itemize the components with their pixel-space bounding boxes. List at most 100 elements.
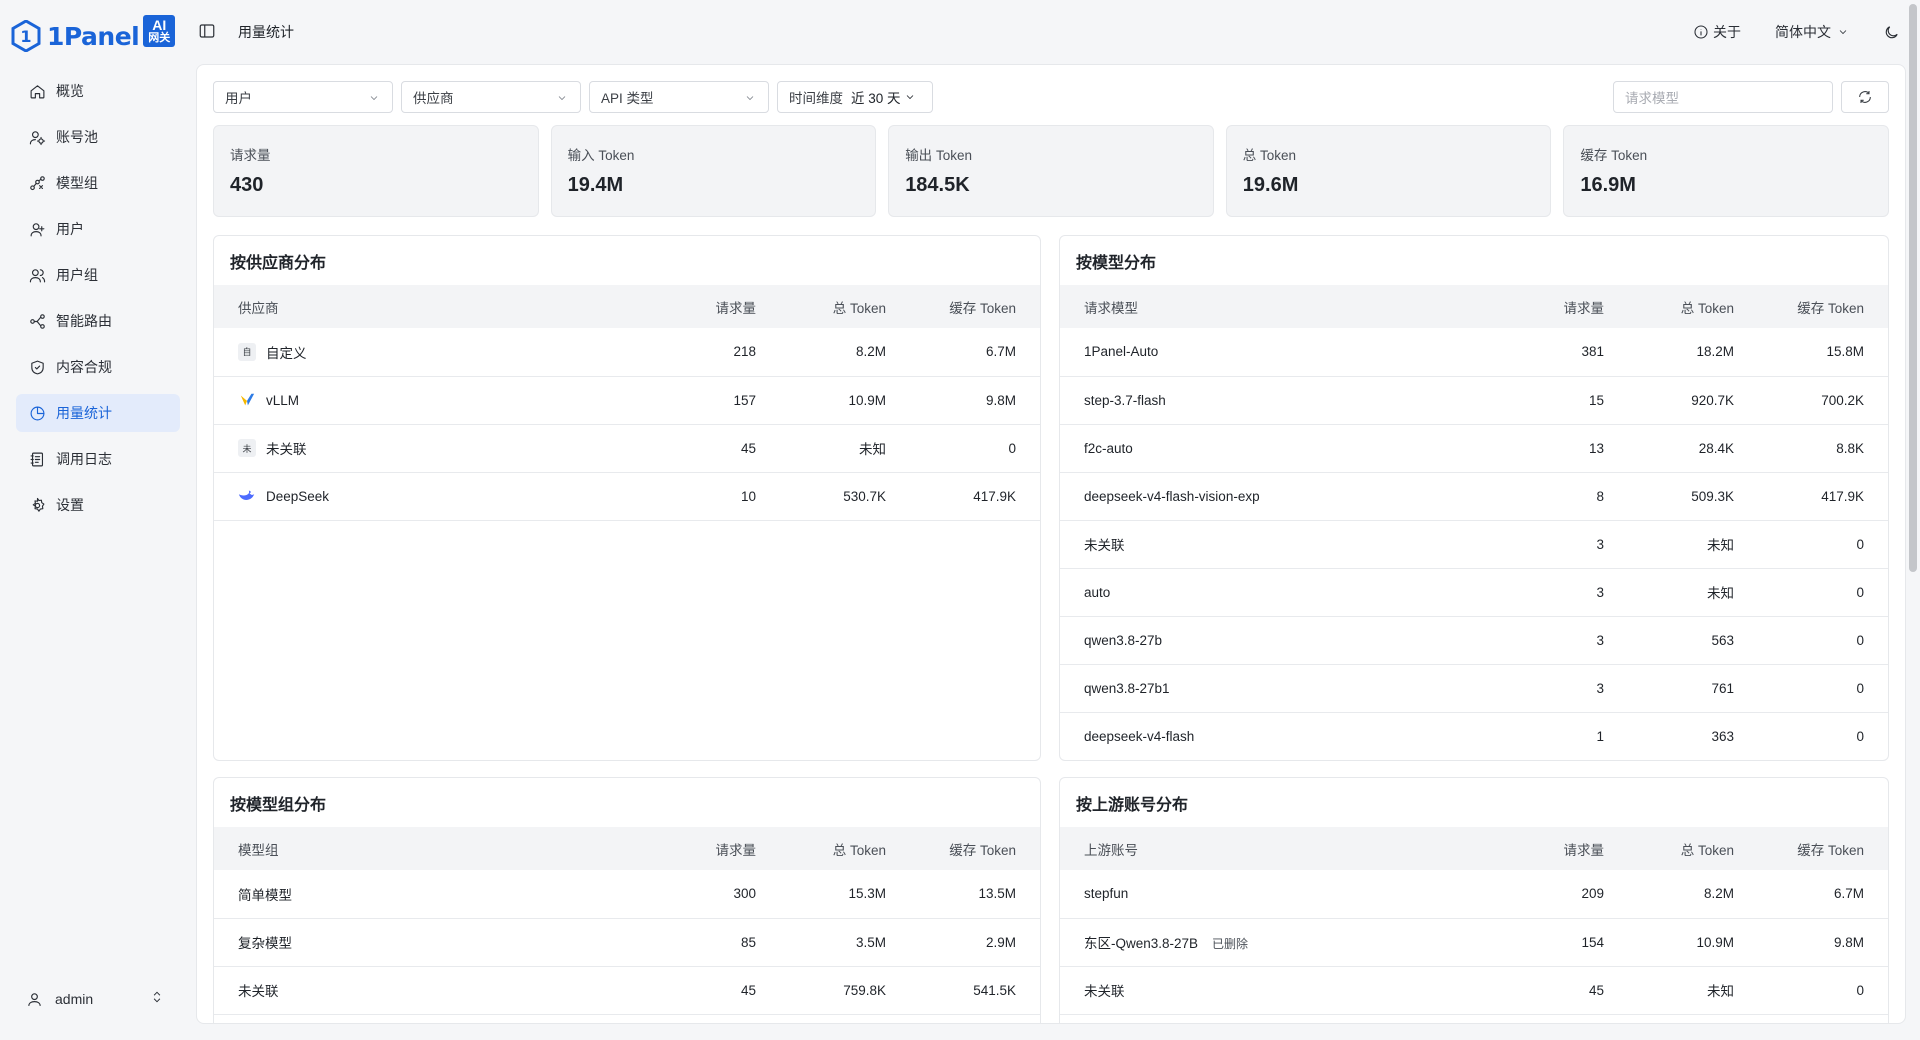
column-header[interactable]: 上游账号 bbox=[1060, 827, 1498, 870]
table-row[interactable]: stepfun 209 8.2M 6.7M bbox=[1060, 870, 1888, 918]
requests-cell: 3 bbox=[1596, 536, 1604, 552]
card-title: 按模型组分布 bbox=[230, 796, 327, 814]
user-name: admin bbox=[55, 991, 94, 1007]
column-header[interactable]: 缓存 Token bbox=[910, 827, 1040, 870]
model-name-cell: 1Panel-Auto bbox=[1084, 344, 1159, 360]
provider-name: DeepSeek bbox=[266, 488, 330, 504]
column-header[interactable]: 缓存 Token bbox=[910, 285, 1040, 328]
total-token-cell: 18.2M bbox=[1696, 344, 1734, 360]
column-header[interactable]: 请求量 bbox=[1498, 285, 1628, 328]
column-header[interactable]: 请求模型 bbox=[1060, 285, 1498, 328]
brand-badge-line2: 网关 bbox=[148, 31, 171, 44]
sidebar-item-settings[interactable]: 设置 bbox=[16, 486, 180, 524]
sidebar-item-user-groups[interactable]: 用户组 bbox=[16, 256, 180, 294]
column-header[interactable]: 总 Token bbox=[1628, 827, 1758, 870]
table-row[interactable]: auto 3 未知 0 bbox=[1060, 568, 1888, 616]
column-header[interactable]: 缓存 Token bbox=[1758, 827, 1888, 870]
table-row[interactable]: qwen3.8-27b 3 563 0 bbox=[1060, 616, 1888, 664]
table-row[interactable]: deepseek-v4-flash-vision-exp 8 509.3K 41… bbox=[1060, 472, 1888, 520]
table-row[interactable]: qwen3.8-27b1 3 761 0 bbox=[1060, 664, 1888, 712]
sidebar-nav: 概览 账号池 模型组 用户 用户组 智能路由 内容合规 用量统计 调用日志 设置 bbox=[16, 72, 180, 532]
top-bar: 用量统计 关于 简体中文 bbox=[196, 0, 1910, 64]
table-row[interactable]: 未关联 45 未知 0 bbox=[1060, 966, 1888, 1014]
model-name-cell: 未关联 bbox=[1084, 538, 1125, 553]
table-row[interactable]: deepseek-v4-flash 1 363 0 bbox=[1060, 712, 1888, 760]
stat-cache-token: 缓存 Token 16.9M bbox=[1563, 125, 1889, 217]
provider-name: vLLM bbox=[266, 392, 300, 408]
deepseek-icon bbox=[238, 487, 256, 505]
about-label: 关于 bbox=[1713, 24, 1741, 40]
requests-cell: 218 bbox=[733, 344, 756, 360]
provider-filter-select[interactable]: 供应商 bbox=[401, 81, 581, 113]
table-row[interactable]: 未关联 3 未知 0 bbox=[1060, 520, 1888, 568]
table-header-row: 请求模型 请求量 总 Token 缓存 Token bbox=[1060, 285, 1888, 328]
table-row[interactable]: 简单模型 300 15.3M 13.5M bbox=[214, 870, 1040, 918]
api-type-filter-select[interactable]: API 类型 bbox=[589, 81, 769, 113]
theme-toggle-button[interactable] bbox=[1883, 24, 1900, 41]
table-row[interactable]: vLLM 157 10.9M 9.8M bbox=[214, 376, 1040, 424]
column-header[interactable]: 总 Token bbox=[780, 827, 910, 870]
column-header[interactable]: 请求量 bbox=[650, 827, 780, 870]
upstream-name: 未关联 bbox=[1084, 984, 1125, 999]
sidebar-item-compliance[interactable]: 内容合规 bbox=[16, 348, 180, 386]
column-header[interactable]: 模型组 bbox=[214, 827, 650, 870]
table-row[interactable]: 东区-Qwen3.8-27B 已删除 154 10.9M 9.8M bbox=[1060, 918, 1888, 966]
total-token-cell: 530.7K bbox=[843, 488, 886, 504]
sidebar-item-smart-routing[interactable]: 智能路由 bbox=[16, 302, 180, 340]
home-icon bbox=[28, 82, 46, 100]
cache-token-cell: 2.9M bbox=[985, 934, 1016, 950]
sidebar-item-users[interactable]: 用户 bbox=[16, 210, 180, 248]
upstream-name-cell: 未关联 bbox=[1060, 966, 1498, 1014]
refresh-button[interactable] bbox=[1841, 81, 1889, 113]
cache-token-cell: 8.8K bbox=[1836, 440, 1864, 456]
user-filter-select[interactable]: 用户 bbox=[213, 81, 393, 113]
column-header[interactable]: 请求量 bbox=[1498, 827, 1628, 870]
column-header[interactable]: 缓存 Token bbox=[1758, 285, 1888, 328]
pie-chart-icon bbox=[28, 404, 46, 422]
user-icon bbox=[28, 220, 46, 238]
requests-cell: 3 bbox=[1596, 584, 1604, 600]
summary-stats: 请求量 430 输入 Token 19.4M 输出 Token 184.5K 总… bbox=[213, 125, 1889, 217]
sidebar-toggle-button[interactable] bbox=[198, 22, 218, 42]
table-row[interactable]: 1Panel-Auto 381 18.2M 15.8M bbox=[1060, 328, 1888, 376]
sidebar-item-overview[interactable]: 概览 bbox=[16, 72, 180, 110]
user-filter-label: 用户 bbox=[225, 91, 252, 106]
table-row[interactable]: f2c-auto 13 28.4K 8.8K bbox=[1060, 424, 1888, 472]
sidebar-item-call-logs[interactable]: 调用日志 bbox=[16, 440, 180, 478]
user-menu[interactable]: admin bbox=[16, 980, 180, 1018]
sidebar-item-usage-stats[interactable]: 用量统计 bbox=[16, 394, 180, 432]
stat-label: 缓存 Token bbox=[1580, 148, 1648, 163]
upstream-account-table: 上游账号 请求量 总 Token 缓存 Token stepfun 209 8.… bbox=[1060, 827, 1888, 1015]
column-header[interactable]: 总 Token bbox=[1628, 285, 1758, 328]
requests-cell: 157 bbox=[733, 392, 756, 408]
table-row[interactable]: 自 自定义 218 8.2M 6.7M bbox=[214, 328, 1040, 376]
scrollbar-thumb[interactable] bbox=[1909, 4, 1917, 572]
cache-token-cell: 6.7M bbox=[985, 344, 1016, 360]
model-distribution-card: 按模型分布 请求模型 请求量 总 Token 缓存 Token 1Panel-A… bbox=[1059, 235, 1889, 761]
page-scrollbar[interactable] bbox=[1906, 0, 1920, 1040]
table-row[interactable]: DeepSeek 10 530.7K 417.9K bbox=[214, 472, 1040, 520]
table-row[interactable]: step-3.7-flash 15 920.7K 700.2K bbox=[1060, 376, 1888, 424]
table-row[interactable]: 未关联 45 759.8K 541.5K bbox=[214, 966, 1040, 1014]
time-range-select[interactable]: 时间维度 近 30 天 bbox=[777, 81, 933, 113]
sidebar-item-label: 账号池 bbox=[56, 129, 98, 145]
language-selector[interactable]: 简体中文 bbox=[1775, 22, 1849, 42]
sidebar-item-model-group[interactable]: 模型组 bbox=[16, 164, 180, 202]
brand-logo[interactable]: 1 1Panel AI 网关 bbox=[10, 14, 176, 58]
sidebar-item-account-pool[interactable]: 账号池 bbox=[16, 118, 180, 156]
table-header-row: 模型组 请求量 总 Token 缓存 Token bbox=[214, 827, 1040, 870]
stat-requests: 请求量 430 bbox=[213, 125, 539, 217]
column-header[interactable]: 总 Token bbox=[780, 285, 910, 328]
filter-bar: 用户 供应商 API 类型 时间维度 近 30 天 请求模型 bbox=[213, 81, 1889, 113]
table-row[interactable]: 未 未关联 45 未知 0 bbox=[214, 424, 1040, 472]
total-token-cell: 920.7K bbox=[1691, 392, 1734, 408]
column-header[interactable]: 供应商 bbox=[214, 285, 650, 328]
total-token-cell: 未知 bbox=[859, 442, 886, 457]
model-search-input[interactable]: 请求模型 bbox=[1613, 81, 1833, 113]
card-title: 按模型分布 bbox=[1076, 254, 1157, 272]
model-search-placeholder: 请求模型 bbox=[1625, 91, 1679, 106]
table-row[interactable]: 复杂模型 85 3.5M 2.9M bbox=[214, 918, 1040, 966]
column-header[interactable]: 请求量 bbox=[650, 285, 780, 328]
about-button[interactable]: 关于 bbox=[1693, 22, 1741, 42]
brand-badge-line1: AI bbox=[152, 16, 167, 33]
